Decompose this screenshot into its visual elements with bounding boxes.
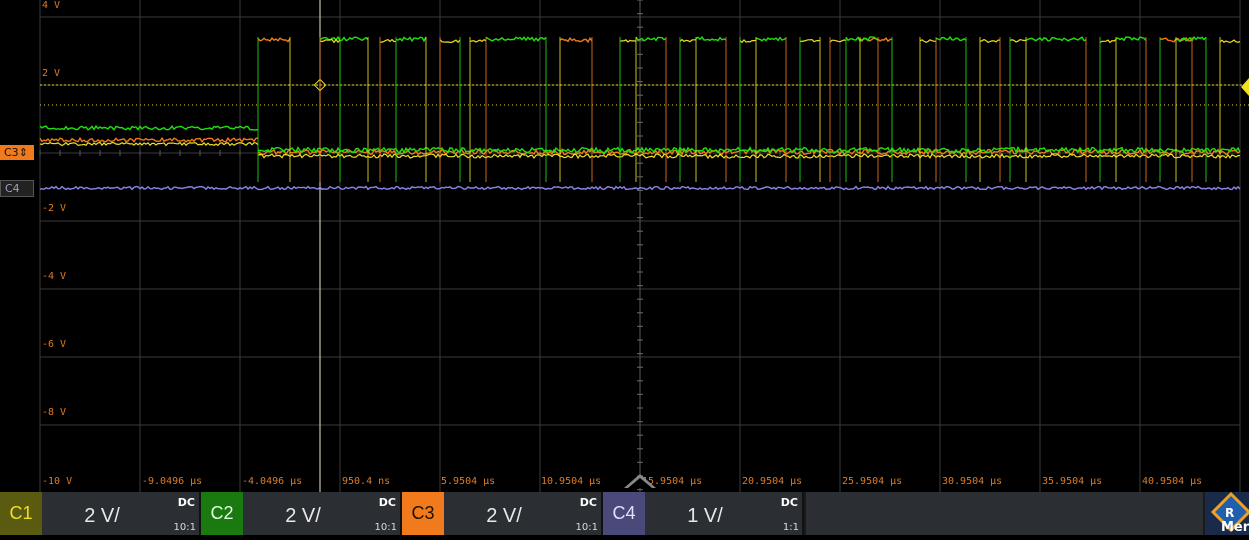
- channel-c3-box[interactable]: C3 2 V/ DC 10:1: [402, 492, 603, 535]
- channel-bar-empty-area: [806, 492, 1203, 535]
- channel-c2-coupling: DC: [379, 496, 396, 509]
- waveform-display[interactable]: 4 V 2 V -2 V -4 V -6 V -8 V -10 V -9.049…: [0, 0, 1249, 492]
- channel-c3-probe: 10:1: [576, 522, 598, 533]
- menu-button[interactable]: R Mer: [1205, 492, 1249, 535]
- menu-label: Mer: [1221, 520, 1249, 535]
- updown-arrow-icon: ⇕: [19, 146, 28, 159]
- grid-lines: [40, 0, 1240, 492]
- x-label-10: 35.9504 µs: [1042, 476, 1102, 487]
- y-label-minus-2v: -2 V: [42, 203, 66, 214]
- channel-c4-tag: C4: [603, 492, 645, 535]
- channel-c4-offset-marker[interactable]: C4: [0, 180, 34, 197]
- channel-c1-coupling: DC: [178, 496, 195, 509]
- y-label-minus-10v: -10 V: [42, 476, 72, 487]
- y-label-4v: 4 V: [42, 0, 60, 11]
- channel-c3-coupling: DC: [580, 496, 597, 509]
- y-label-minus-8v: -8 V: [42, 407, 66, 418]
- channel-c2-box[interactable]: C2 2 V/ DC 10:1: [201, 492, 402, 535]
- x-label-5: 10.9504 µs: [541, 476, 601, 487]
- x-label-8: 25.9504 µs: [842, 476, 902, 487]
- channel-c3-offset-marker[interactable]: C3⇕: [0, 145, 34, 160]
- channel-c2-scale: 2 V/: [243, 492, 363, 535]
- channel-bar: C1 2 V/ DC 10:1 C2 2 V/ DC 10:1 C3 2 V/ …: [0, 492, 1249, 535]
- svg-text:R: R: [1225, 506, 1234, 520]
- x-label-1: -9.0496 µs: [142, 476, 202, 487]
- channel-c3-scale: 2 V/: [444, 492, 564, 535]
- x-label-9: 30.9504 µs: [942, 476, 1002, 487]
- channel-c4-probe: 1:1: [783, 522, 799, 533]
- channel-c2-probe: 10:1: [375, 522, 397, 533]
- channel-c1-probe: 10:1: [174, 522, 196, 533]
- channel-c1-scale: 2 V/: [42, 492, 162, 535]
- trigger-position-marker-inner: [628, 478, 652, 488]
- channel-c4-coupling: DC: [781, 496, 798, 509]
- channel-c3-tag: C3: [402, 492, 444, 535]
- x-label-3: 950.4 ns: [342, 476, 390, 487]
- channel-c1-tag: C1: [0, 492, 42, 535]
- y-label-minus-6v: -6 V: [42, 339, 66, 350]
- y-label-2v: 2 V: [42, 68, 60, 79]
- channel-c4-box[interactable]: C4 1 V/ DC 1:1: [603, 492, 804, 535]
- waveform-grid: [0, 0, 1249, 492]
- channel-c3-marker-label: C3: [4, 146, 19, 159]
- channel-c4-scale: 1 V/: [645, 492, 765, 535]
- channel-c2-tag: C2: [201, 492, 243, 535]
- y-label-minus-4v: -4 V: [42, 271, 66, 282]
- x-label-4: 5.9504 µs: [441, 476, 495, 487]
- channel-c4-marker-label: C4: [5, 182, 20, 195]
- channel-c1-box[interactable]: C1 2 V/ DC 10:1: [0, 492, 201, 535]
- x-label-2: -4.0496 µs: [242, 476, 302, 487]
- trigger-level-marker-icon[interactable]: [1241, 78, 1249, 96]
- reference-lines: [40, 0, 1249, 492]
- x-label-11: 40.9504 µs: [1142, 476, 1202, 487]
- x-label-7: 20.9504 µs: [742, 476, 802, 487]
